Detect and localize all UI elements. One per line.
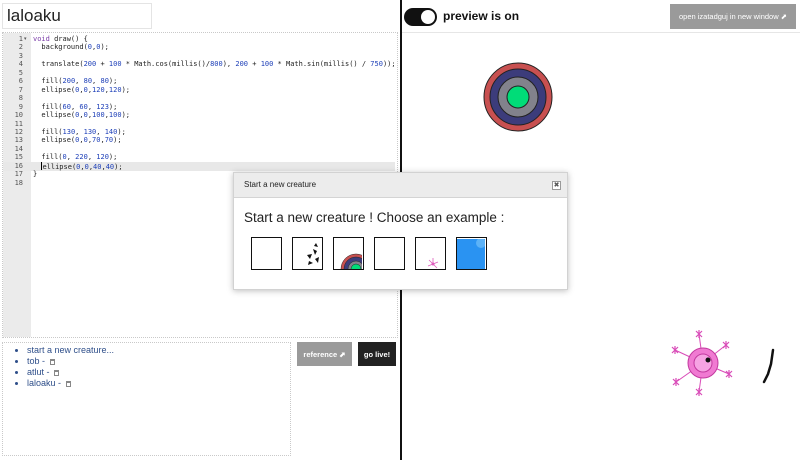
blue-example-icon (457, 238, 485, 269)
star-example-icon (427, 257, 439, 268)
example-blank-thumbnail[interactable] (251, 237, 282, 270)
creature-list-panel: start a new creature...tob - atlut - lal… (2, 342, 291, 456)
black-stroke-creature (762, 348, 775, 384)
open-new-window-button[interactable]: open izatadguj in new window ⬈ (670, 4, 796, 29)
preview-status-label: preview is on (443, 9, 520, 23)
new-creature-dialog: Start a new creature ✖ Start a new creat… (233, 172, 568, 290)
creature-list-item[interactable]: start a new creature... (27, 345, 290, 356)
example-rings-thumbnail[interactable] (333, 237, 364, 270)
dialog-header: Start a new creature ✖ (234, 173, 567, 198)
blank-example-icon (252, 239, 280, 269)
example-shapes-thumbnail[interactable] (292, 237, 323, 270)
creature-link[interactable]: tob - (27, 356, 48, 366)
eye-dot (705, 357, 711, 363)
dialog-title: Start a new creature (244, 180, 317, 189)
creature-list-item[interactable]: laloaku - (27, 378, 290, 389)
toggle-knob (421, 10, 435, 24)
creature-link[interactable]: start a new creature... (27, 345, 114, 355)
pink-inner-circle (693, 353, 713, 373)
creature-name-input[interactable] (2, 3, 152, 29)
line-number: 18 (14, 178, 23, 187)
example-blue-thumbnail[interactable] (456, 237, 487, 270)
trash-icon[interactable] (49, 359, 55, 365)
blank-example-icon (375, 239, 403, 269)
trash-icon[interactable] (65, 381, 71, 387)
preview-toggle[interactable] (404, 8, 437, 26)
close-icon[interactable]: ✖ (552, 181, 561, 190)
shapes-example-icon (307, 242, 319, 265)
trash-icon[interactable] (54, 370, 60, 376)
preview-toolbar: preview is on open izatadguj in new wind… (402, 0, 800, 33)
dialog-prompt: Start a new creature ! Choose an example… (244, 210, 505, 225)
pink-star-creature (671, 330, 733, 396)
example-blank-thumbnail-2[interactable] (374, 237, 405, 270)
rings-creature (483, 62, 553, 132)
creature-link[interactable]: laloaku - (27, 378, 64, 388)
green-core (506, 85, 530, 109)
creature-list-item[interactable]: tob - (27, 356, 290, 367)
go-live-button[interactable]: go live! (358, 342, 396, 366)
rings-example-icon (340, 253, 362, 269)
creature-list: start a new creature...tob - atlut - lal… (3, 343, 290, 389)
creature-list-item[interactable]: atlut - (27, 367, 290, 378)
example-star-thumbnail[interactable] (415, 237, 446, 270)
reference-button[interactable]: reference ⬈ (297, 342, 352, 366)
creature-link[interactable]: atlut - (27, 367, 52, 377)
